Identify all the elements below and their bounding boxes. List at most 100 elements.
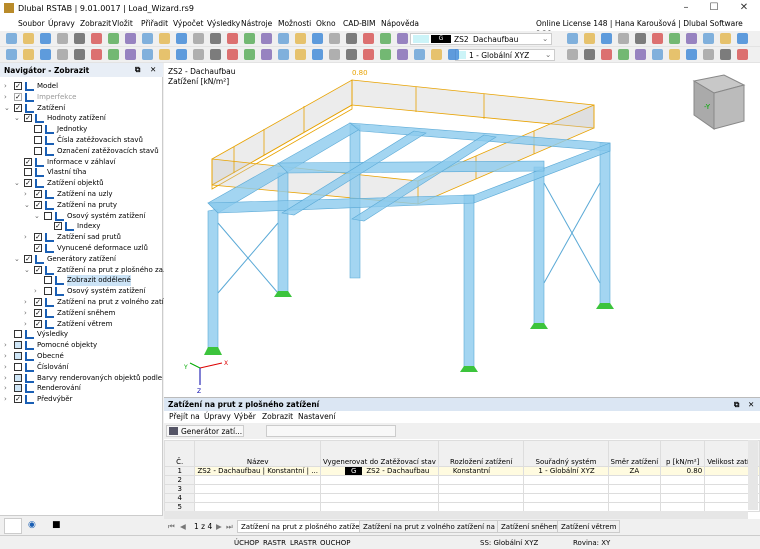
menu-item[interactable]: Zobrazit <box>80 19 111 28</box>
cell-lc[interactable] <box>319 475 439 485</box>
cell-p[interactable]: 0.80 <box>660 466 706 476</box>
cell-dir[interactable] <box>607 484 662 494</box>
chevron-right-icon[interactable]: › <box>34 286 42 297</box>
cell-cs[interactable] <box>523 493 609 503</box>
checkbox[interactable] <box>34 136 42 144</box>
toolbar-tool-icon[interactable] <box>397 33 408 44</box>
tree-item[interactable]: › ✓ Zatížení sad prutů <box>0 232 163 243</box>
tree-item[interactable]: › Renderování <box>0 383 163 394</box>
sheet-tab[interactable]: Zatížení na prut z volného zatížení na l… <box>359 520 514 533</box>
tree-item[interactable]: Čísla zatěžovacích stavů <box>0 135 163 146</box>
toolbar-tool-icon[interactable] <box>635 49 646 60</box>
toolbar-tool-icon[interactable] <box>720 33 731 44</box>
toolbar-tool-icon[interactable] <box>40 49 51 60</box>
generator-select[interactable]: Generátor zatí... <box>166 425 244 437</box>
cell-cs[interactable] <box>523 475 609 485</box>
checkbox[interactable]: ✓ <box>24 114 32 123</box>
toolbar-tool-icon[interactable] <box>584 33 595 44</box>
checkbox[interactable]: ✓ <box>24 157 32 166</box>
toolbar-tool-icon[interactable] <box>618 33 629 44</box>
cell-dist[interactable] <box>437 493 525 503</box>
toolbar-tool-icon[interactable] <box>669 33 680 44</box>
chevron-down-icon[interactable]: ⌄ <box>34 211 42 222</box>
toolbar-tool-icon[interactable] <box>312 33 323 44</box>
tree-item[interactable]: ⌄ ✓ Generátory zatížení <box>0 254 163 265</box>
toolbar-tool-icon[interactable] <box>142 49 153 60</box>
column-header[interactable]: Název <box>194 440 321 467</box>
toolbar-tool-icon[interactable] <box>244 33 255 44</box>
cell-lc[interactable] <box>319 484 439 494</box>
toolbar-tool-icon[interactable] <box>159 49 170 60</box>
sheet-tab[interactable]: Zatížení sněhem <box>497 520 564 533</box>
menu-item[interactable]: Možnosti <box>278 19 311 28</box>
toolbar-tool-icon[interactable] <box>669 49 680 60</box>
checkbox[interactable]: ✓ <box>14 92 22 101</box>
tree-item[interactable]: › ✓ Zatížení sněhem <box>0 308 163 319</box>
toolbar-tool-icon[interactable] <box>261 33 272 44</box>
checkbox[interactable]: ✓ <box>34 200 42 209</box>
tree-item[interactable]: › ✓ Zatížení větrem <box>0 319 163 330</box>
toolbar-tool-icon[interactable] <box>210 49 221 60</box>
checkbox[interactable]: ✓ <box>14 103 22 112</box>
tree-item[interactable]: ✓ Vynucené deformace uzlů <box>0 243 163 254</box>
tree-item[interactable]: Jednotky <box>0 124 163 135</box>
checkbox[interactable] <box>14 384 22 393</box>
tree-item[interactable]: › ✓ Předvýběr <box>0 394 163 405</box>
chevron-right-icon[interactable]: › <box>4 340 12 351</box>
tab-views-camera-icon[interactable]: ■ <box>52 520 61 530</box>
table-menu-item[interactable]: Nastavení <box>298 412 336 421</box>
tree-item[interactable]: ⌄ ✓ Hodnoty zatížení <box>0 113 163 124</box>
toolbar-tool-icon[interactable] <box>431 49 442 60</box>
tree-item[interactable]: › Osový systém zatížení <box>0 286 163 297</box>
column-header[interactable]: Rozložení zatížení <box>437 440 525 467</box>
chevron-down-icon[interactable]: ⌄ <box>14 113 22 124</box>
toolbar-tool-icon[interactable] <box>329 33 340 44</box>
float-icon[interactable]: ⧉ <box>734 400 739 410</box>
toolbar-tool-icon[interactable] <box>363 49 374 60</box>
close-icon[interactable]: ✕ <box>150 65 156 74</box>
menu-item[interactable]: Vložit <box>112 19 133 28</box>
menu-item[interactable]: Okno <box>316 19 336 28</box>
cell-cs[interactable]: 1 - Globální XYZ <box>523 466 609 476</box>
cell-dist[interactable]: Konstantní <box>437 466 525 476</box>
cell-name[interactable] <box>194 493 321 503</box>
toolbar-tool-icon[interactable] <box>91 49 102 60</box>
toolbar-tool-icon[interactable] <box>91 33 102 44</box>
checkbox[interactable]: ✓ <box>34 308 42 317</box>
chevron-right-icon[interactable]: › <box>4 351 12 362</box>
toolbar-tool-icon[interactable] <box>108 49 119 60</box>
toolbar-tool-icon[interactable] <box>74 33 85 44</box>
tree-item[interactable]: › ✓ Model <box>0 81 163 92</box>
checkbox[interactable]: ✓ <box>34 265 42 274</box>
cell-dist[interactable] <box>437 475 525 485</box>
checkbox[interactable] <box>14 362 22 371</box>
toolbar-tool-icon[interactable] <box>74 49 85 60</box>
table-row[interactable]: 3 <box>163 484 760 494</box>
toolbar-tool-icon[interactable] <box>278 33 289 44</box>
chevron-right-icon[interactable]: › <box>4 383 12 394</box>
checkbox[interactable]: ✓ <box>24 179 32 188</box>
tree-item[interactable]: Výsledky <box>0 329 163 340</box>
checkbox[interactable] <box>44 276 52 285</box>
toolbar-tool-icon[interactable] <box>244 49 255 60</box>
column-header[interactable]: p [kN/m²] <box>660 440 706 467</box>
toolbar-tool-icon[interactable] <box>618 49 629 60</box>
cell-name[interactable]: ZS2 - Dachaufbau | Konstantní | ... <box>194 466 321 476</box>
toolbar-tool-icon[interactable] <box>57 49 68 60</box>
toolbar-tool-icon[interactable] <box>720 49 731 60</box>
toolbar-tool-icon[interactable] <box>601 33 612 44</box>
table-menu-item[interactable]: Přejít na <box>169 412 200 421</box>
toolbar-tool-icon[interactable] <box>414 49 425 60</box>
toolbar-tool-icon[interactable] <box>380 33 391 44</box>
cell-lc[interactable] <box>319 493 439 503</box>
toolbar-tool-icon[interactable] <box>227 49 238 60</box>
toolbar-tool-icon[interactable] <box>261 49 272 60</box>
cell-p[interactable] <box>660 484 706 494</box>
checkbox[interactable]: ✓ <box>34 233 42 242</box>
tree-item[interactable]: ⌄ ✓ Zatížení na pruty <box>0 200 163 211</box>
toolbar-tool-icon[interactable] <box>125 33 136 44</box>
close-button[interactable]: ✕ <box>730 2 758 16</box>
toolbar-tool-icon[interactable] <box>23 33 34 44</box>
toolbar-tool-icon[interactable] <box>329 49 340 60</box>
cell-dir[interactable]: ZA <box>607 466 662 476</box>
